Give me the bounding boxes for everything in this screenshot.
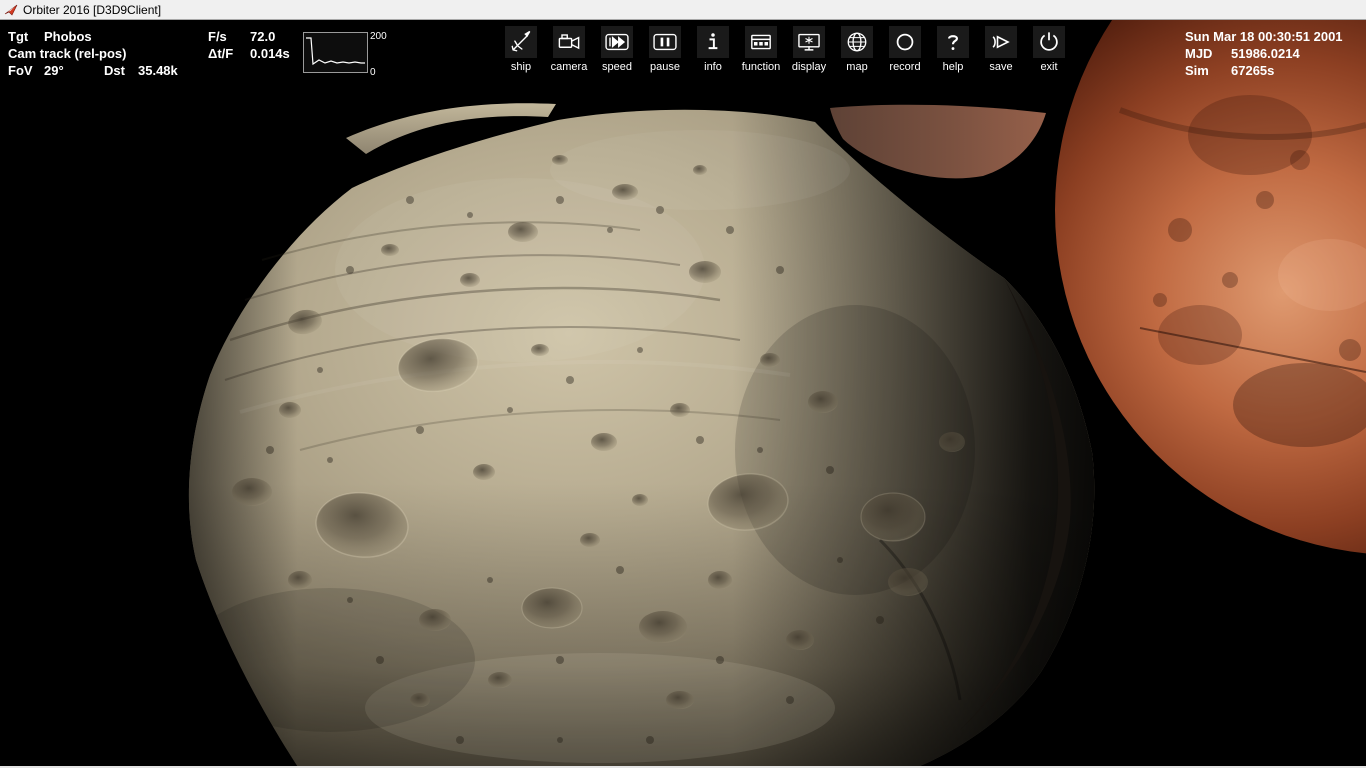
graph-max-label: 200 [370, 31, 387, 42]
fps-label: F/s [208, 29, 227, 44]
toolbar-label-function: function [741, 61, 781, 73]
toolbar-label-ship: ship [510, 61, 532, 73]
fps-value: 72.0 [250, 29, 276, 44]
toolbar-button-help[interactable]: help [936, 26, 970, 73]
toolbar-label-display: display [791, 61, 827, 73]
toolbar-button-map[interactable]: map [840, 26, 874, 73]
orbiter-window: Orbiter 2016 [D3D9Client] Tgt Phobos Cam… [0, 0, 1366, 768]
toolbar-button-speed[interactable]: speed [600, 26, 634, 73]
toolbar-label-info: info [704, 61, 722, 73]
target-label: Tgt [8, 29, 29, 44]
display-icon [793, 26, 825, 58]
dtf-line: Δt/F 0.014s [208, 45, 290, 62]
app-icon [4, 4, 18, 16]
toolbar-button-exit[interactable]: exit [1032, 26, 1066, 73]
target-value: Phobos [44, 29, 92, 44]
hud-camera-line: Cam track (rel-pos) [8, 46, 127, 61]
record-icon [889, 26, 921, 58]
window-title: Orbiter 2016 [D3D9Client] [23, 2, 162, 17]
toolbar-label-speed: speed [602, 61, 632, 73]
toolbar-button-info[interactable]: info [696, 26, 730, 73]
camera-icon [553, 26, 585, 58]
date-line: Sun Mar 18 00:30:51 2001 [1185, 29, 1343, 44]
fov-value: 29° [44, 63, 64, 78]
save-icon [985, 26, 1017, 58]
map-icon [841, 26, 873, 58]
toolbar-label-exit: exit [1040, 61, 1058, 73]
framerate-graph-frame [303, 32, 368, 73]
toolbar-label-camera: camera [550, 61, 588, 73]
mjd-line: MJD 51986.0214 [1185, 45, 1343, 62]
pause-icon [649, 26, 681, 58]
toolbar-button-function[interactable]: function [741, 26, 781, 73]
fps-line: F/s 72.0 [208, 28, 290, 45]
toolbar-button-record[interactable]: record [888, 26, 922, 73]
toolbar-label-help: help [942, 61, 964, 73]
toolbar-button-save[interactable]: save [984, 26, 1018, 73]
info-icon [697, 26, 729, 58]
distance-label: Dst [104, 63, 125, 78]
hud-clock-block: Sun Mar 18 00:30:51 2001 MJD 51986.0214 S… [1185, 28, 1343, 79]
toolbar-label-save: save [989, 61, 1013, 73]
title-bar[interactable]: Orbiter 2016 [D3D9Client] [0, 0, 1366, 20]
fov-label: FoV [8, 63, 33, 78]
toolbar-label-record: record [889, 61, 921, 73]
hud-left-block: Tgt Phobos Cam track (rel-pos) FoV 29° Dst 3… [8, 28, 178, 79]
toolbar-button-camera[interactable]: camera [550, 26, 588, 73]
dtf-label: Δt/F [208, 46, 234, 61]
toolbar-button-pause[interactable]: pause [648, 26, 682, 73]
mjd-label: MJD [1185, 46, 1213, 61]
toolbar-label-map: map [846, 61, 868, 73]
speed-icon [601, 26, 633, 58]
exit-icon [1033, 26, 1065, 58]
sim-line: Sim 67265s [1185, 62, 1343, 79]
toolbar: ship camera speed pause info function di… [504, 26, 1066, 73]
function-icon [745, 26, 777, 58]
hud-target-line: Tgt Phobos [8, 28, 178, 45]
sim-value: 67265s [1231, 63, 1275, 78]
distance-value: 35.48k [138, 63, 178, 78]
framerate-graph: 200 0 [303, 31, 387, 78]
hud-framerate-block: F/s 72.0 Δt/F 0.014s [208, 28, 290, 62]
ship-icon [505, 26, 537, 58]
hud-fov-line: FoV 29° Dst 35.48k [8, 62, 178, 79]
sim-label: Sim [1185, 63, 1209, 78]
graph-min-label: 0 [370, 67, 376, 78]
mjd-value: 51986.0214 [1231, 46, 1300, 61]
dtf-value: 0.014s [250, 46, 290, 61]
toolbar-button-display[interactable]: display [792, 26, 826, 73]
help-icon [937, 26, 969, 58]
space-scene [0, 20, 1366, 766]
3d-viewport[interactable]: Tgt Phobos Cam track (rel-pos) FoV 29° Dst 3… [0, 20, 1366, 766]
toolbar-label-pause: pause [650, 61, 680, 73]
toolbar-button-ship[interactable]: ship [504, 26, 538, 73]
